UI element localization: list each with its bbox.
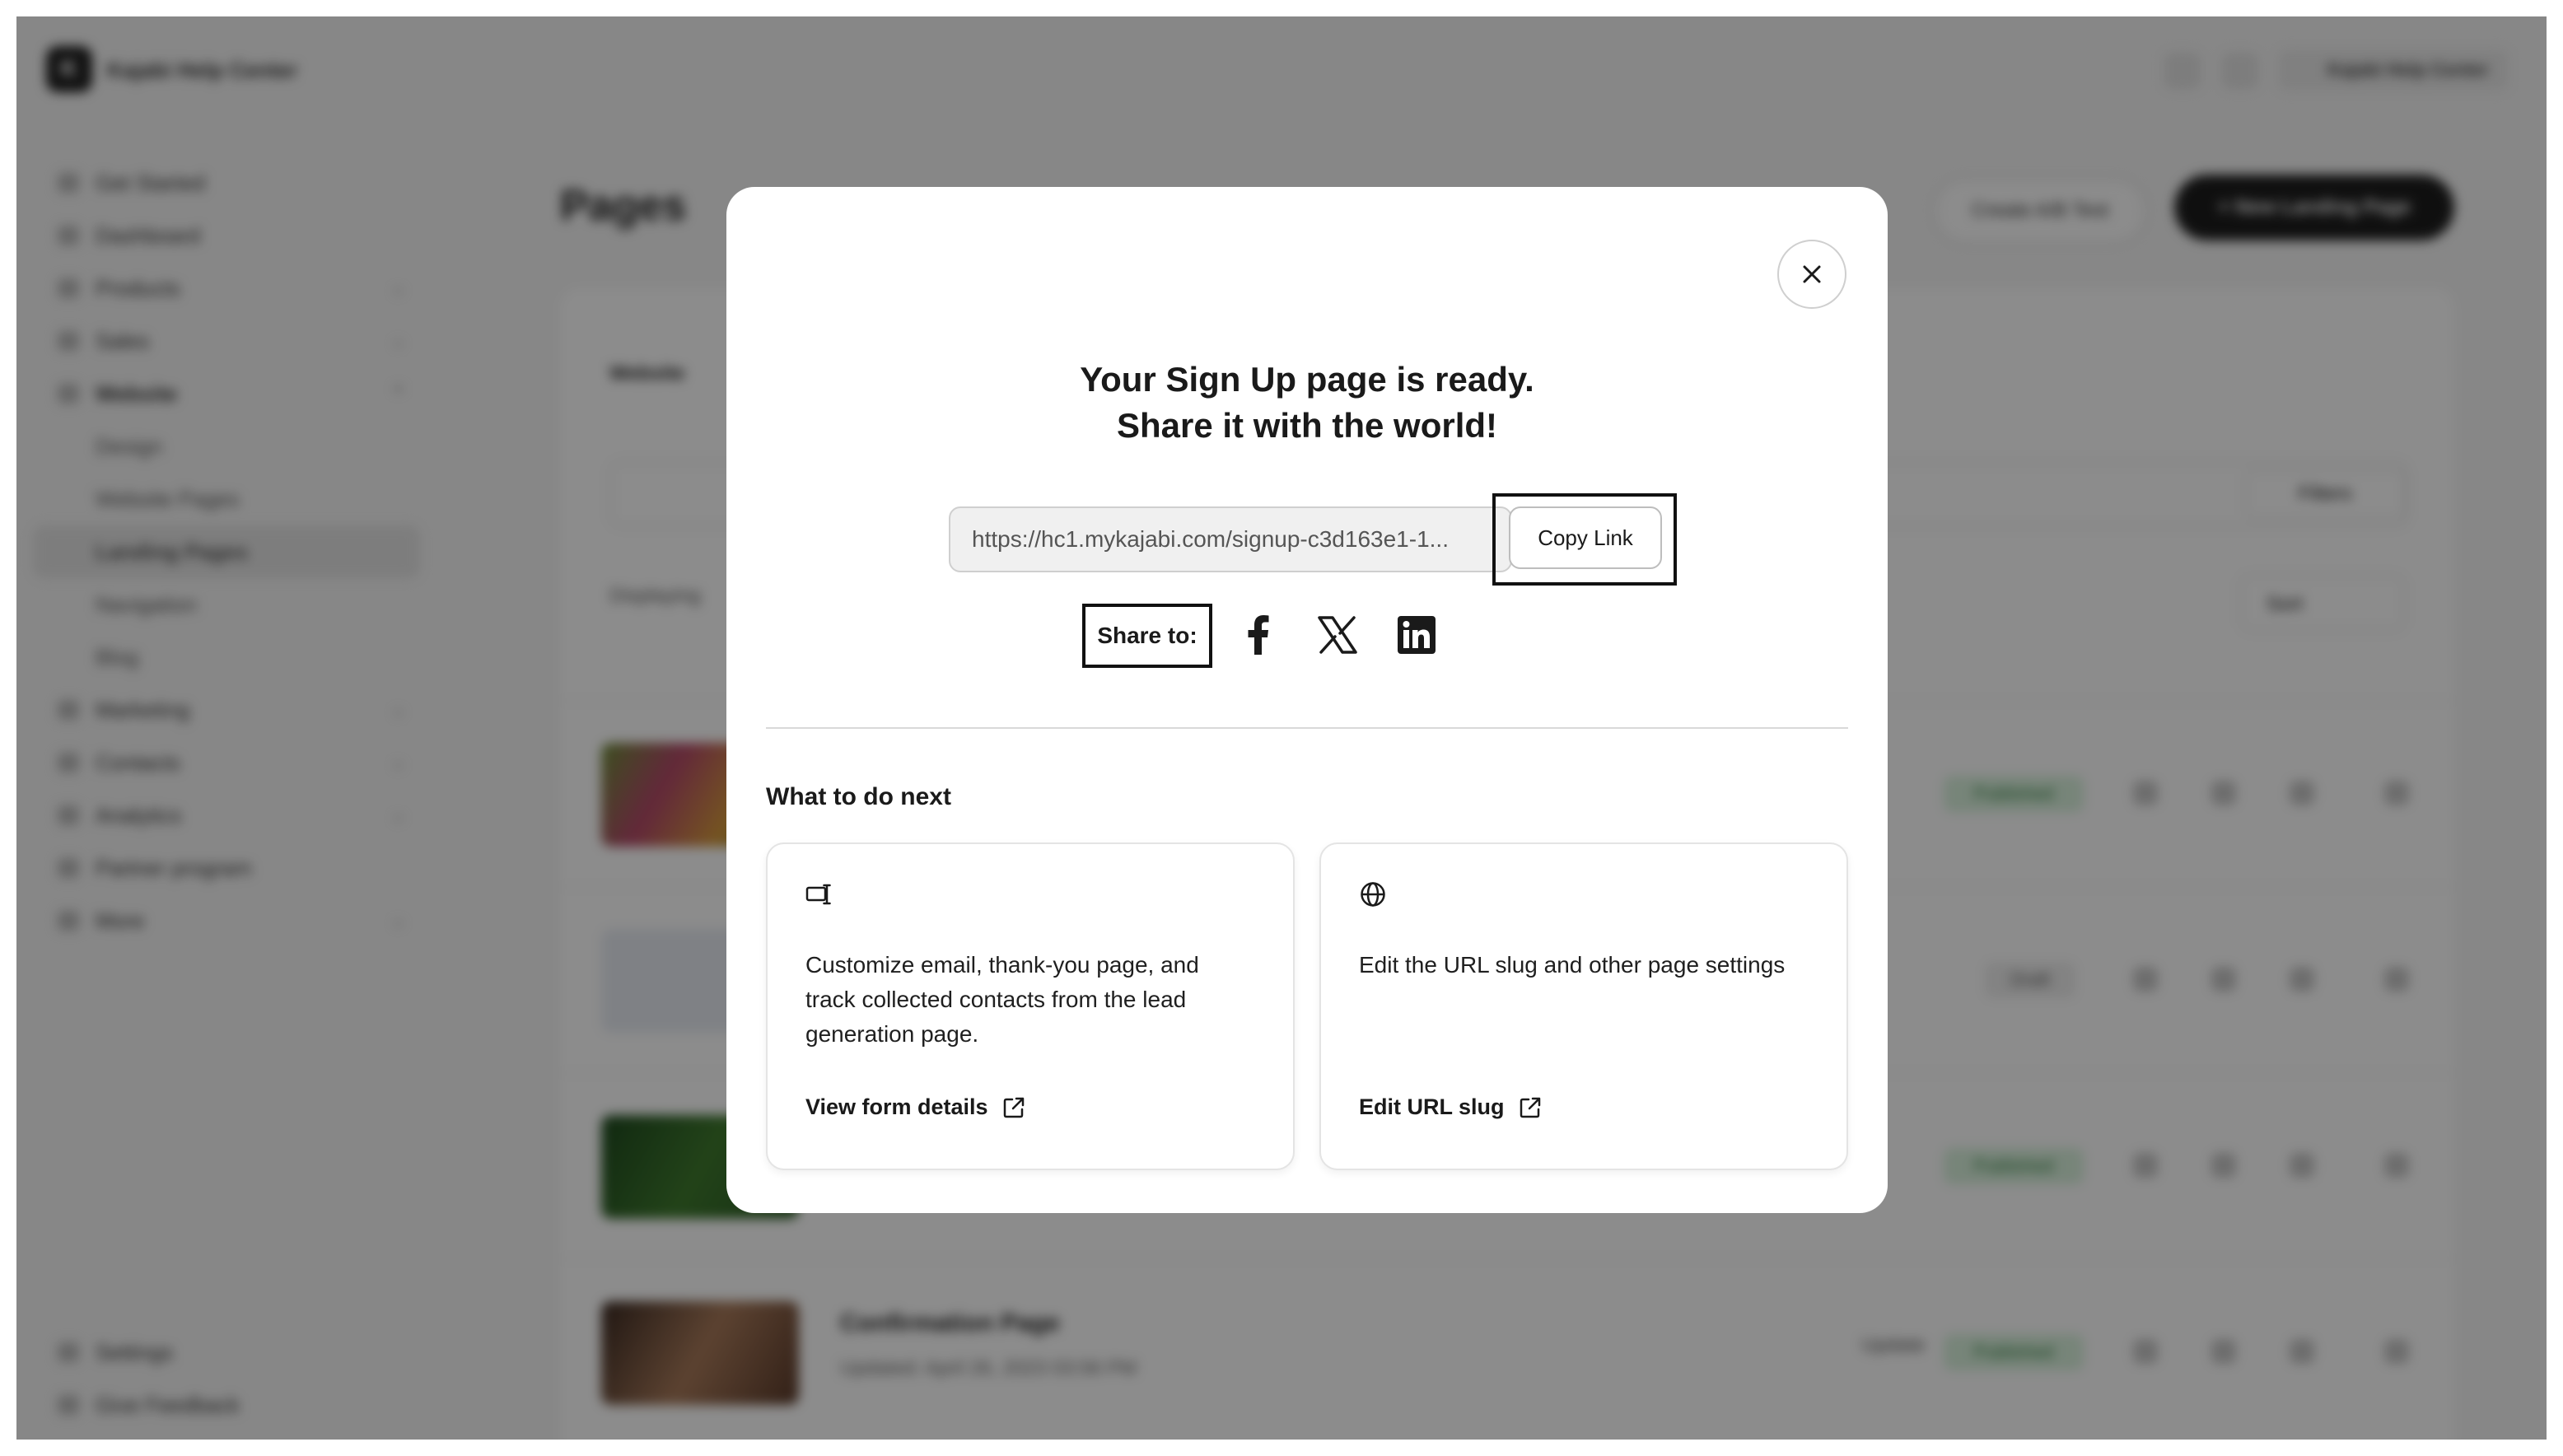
url-slug-description: Edit the URL slug and other page setting… [1359, 952, 1786, 978]
edit-url-slug-label: Edit URL slug [1359, 1094, 1505, 1119]
modal-title-line-2: Share it with the world! [1116, 406, 1498, 445]
modal-title-line-1: Your Sign Up page is ready. [1080, 360, 1534, 399]
close-button[interactable] [1777, 240, 1846, 309]
edit-url-slug-link[interactable]: Edit URL slug [1359, 1094, 1543, 1120]
facebook-share-button[interactable] [1234, 610, 1283, 660]
view-form-details-link[interactable]: View form details [805, 1094, 1026, 1120]
linkedin-icon [1398, 616, 1436, 654]
external-link-icon [1520, 1097, 1540, 1118]
url-slug-card: Edit the URL slug and other page setting… [1319, 842, 1848, 1170]
share-modal: Your Sign Up page is ready. Share it wit… [726, 187, 1888, 1213]
form-details-card: Customize email, thank-you page, and tra… [766, 842, 1295, 1170]
close-icon [1803, 265, 1821, 283]
modal-title: Your Sign Up page is ready. Share it wit… [726, 357, 1888, 449]
globe-icon [1361, 882, 1385, 907]
facebook-icon [1248, 615, 1269, 655]
page-url-field[interactable]: https://hc1.mykajabi.com/signup-c3d163e1… [949, 506, 1512, 572]
page-url-text: https://hc1.mykajabi.com/signup-c3d163e1… [972, 526, 1449, 552]
x-icon [1318, 616, 1357, 654]
view-form-details-label: View form details [805, 1094, 988, 1119]
copy-link-button[interactable]: Copy Link [1509, 506, 1662, 569]
external-link-icon [1003, 1097, 1024, 1118]
x-share-button[interactable] [1313, 610, 1362, 660]
share-to-label: Share to: [1082, 604, 1212, 668]
app-frame: K Kajabi Help Center Kajabi Help Center … [16, 16, 2547, 1440]
form-details-description: Customize email, thank-you page, and tra… [805, 952, 1199, 1047]
form-icon [805, 884, 831, 905]
next-steps-heading: What to do next [766, 783, 951, 810]
modal-divider [766, 727, 1848, 729]
linkedin-share-button[interactable] [1392, 610, 1441, 660]
